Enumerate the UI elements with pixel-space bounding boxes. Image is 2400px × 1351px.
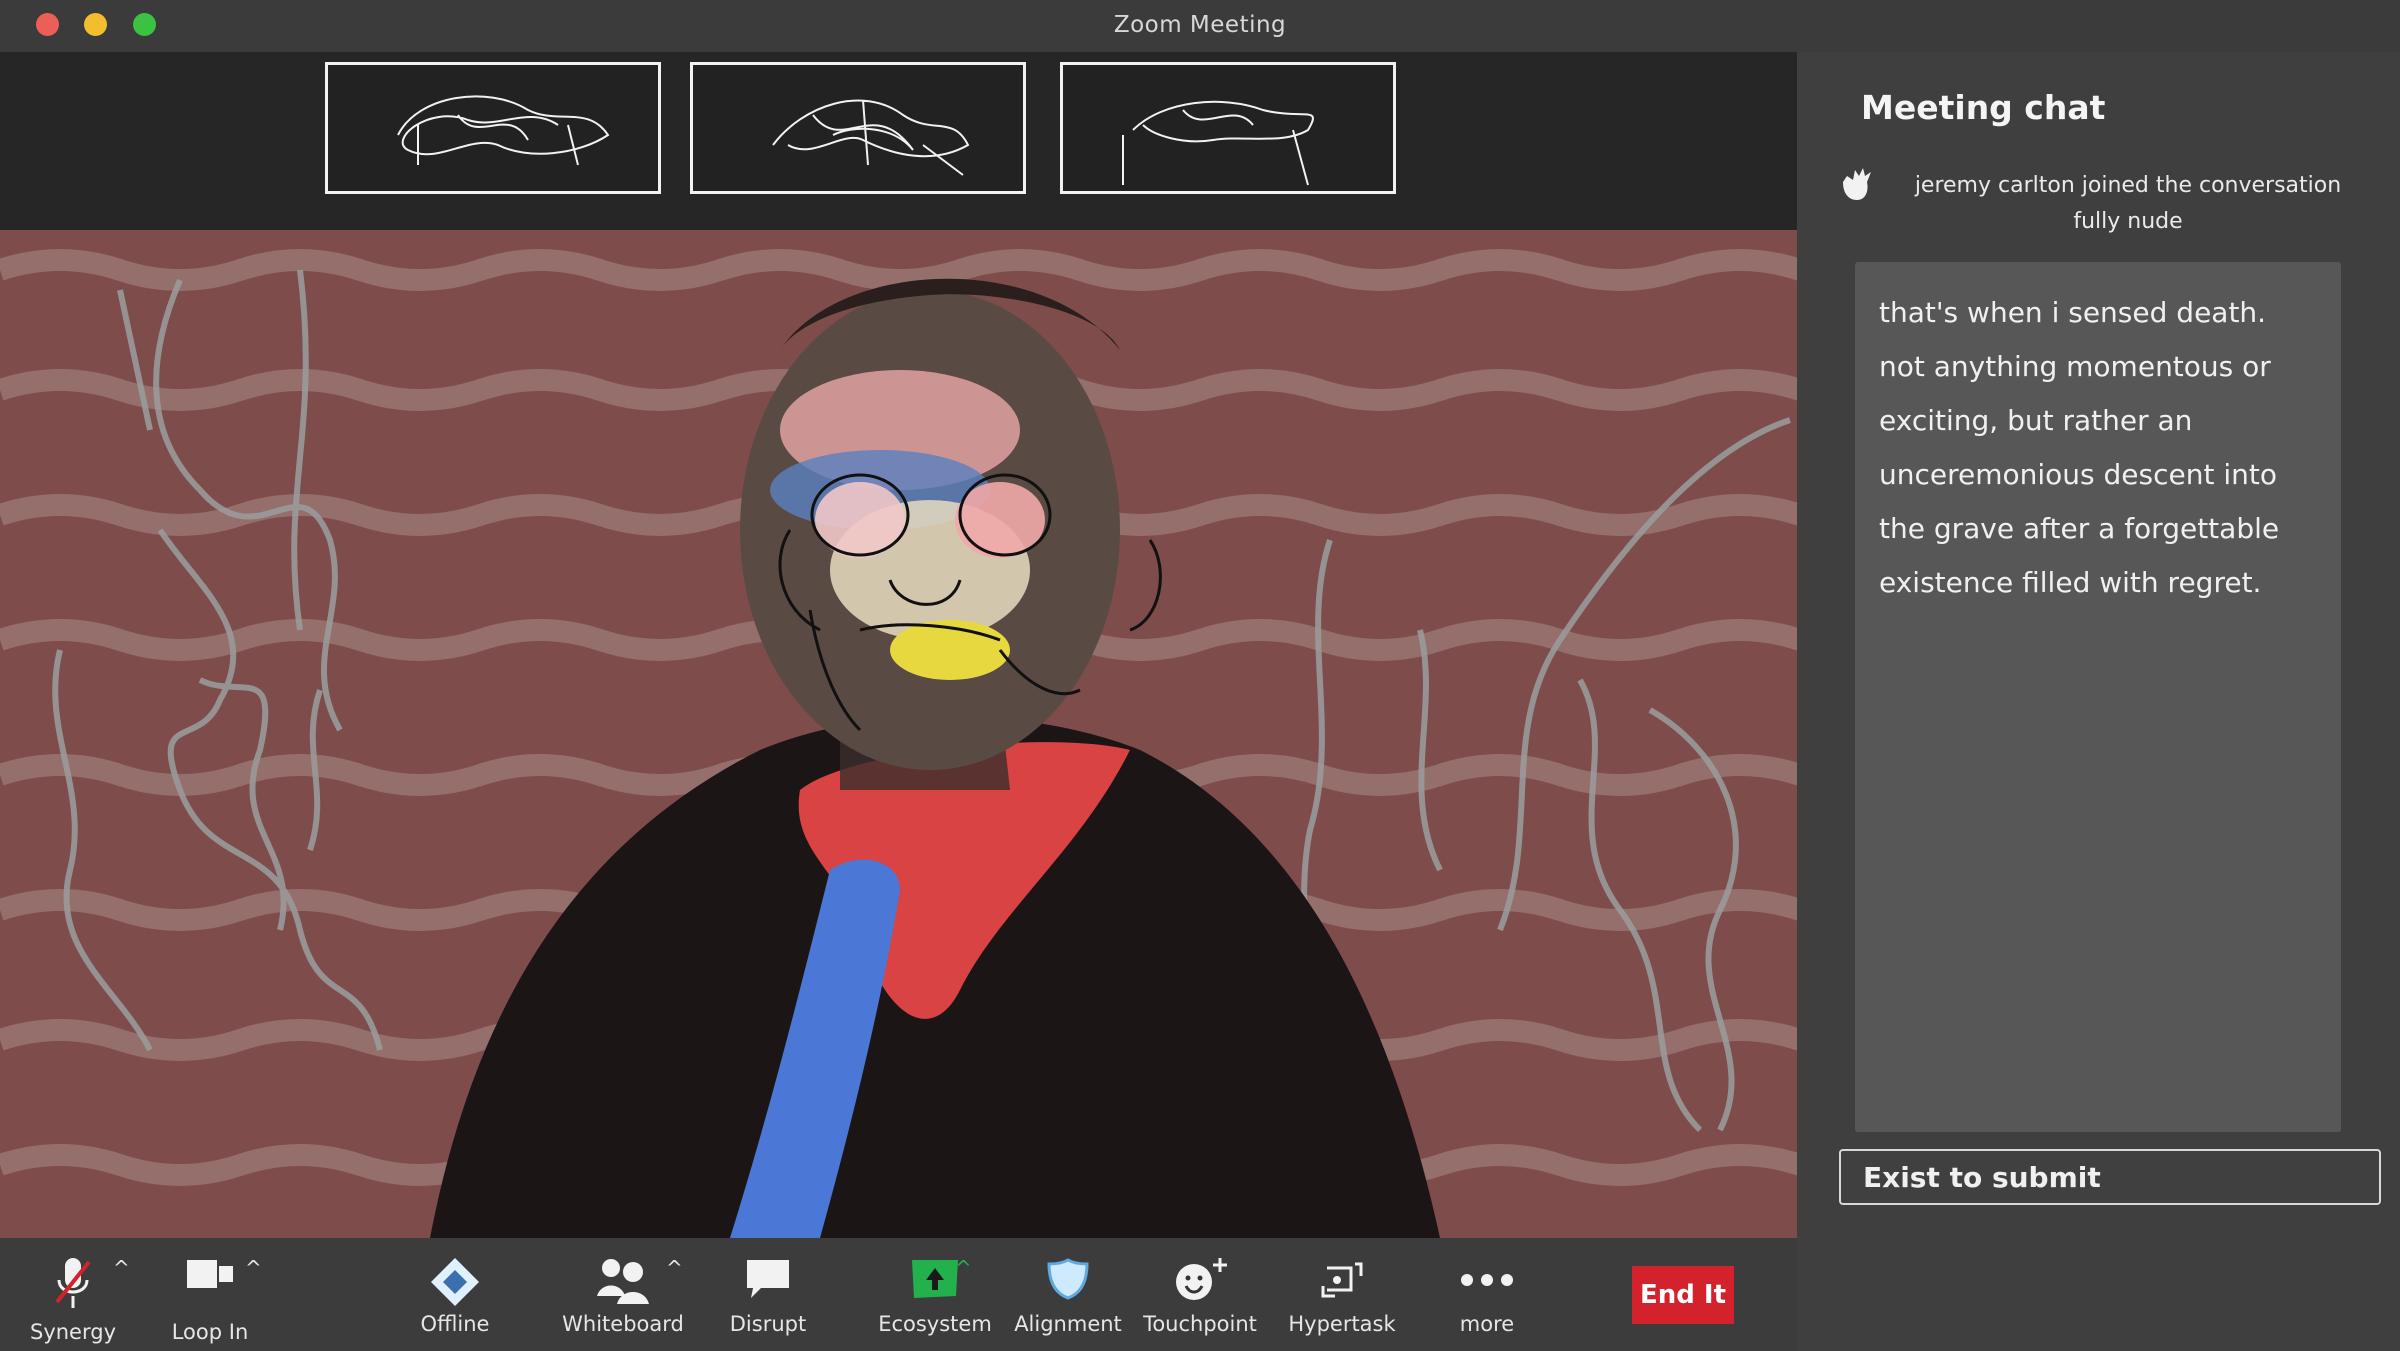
ecosystem-button[interactable]: Ecosystem	[870, 1248, 1000, 1348]
alignment-button[interactable]: Alignment	[1003, 1248, 1133, 1348]
chat-bubble-icon	[747, 1260, 789, 1298]
end-meeting-button[interactable]: End It	[1632, 1266, 1734, 1324]
loop-in-label: Loop In	[171, 1320, 249, 1344]
ellipsis-icon	[1461, 1274, 1513, 1286]
alignment-label: Alignment	[1014, 1312, 1122, 1336]
hypertask-button[interactable]: Hypertask	[1277, 1248, 1407, 1348]
participant-thumbnail[interactable]	[690, 62, 1026, 194]
scribble-portrait-icon	[1122, 100, 1314, 186]
offline-label: Offline	[420, 1312, 490, 1336]
disrupt-button[interactable]: Disrupt	[703, 1248, 833, 1348]
shield-icon	[1047, 1258, 1089, 1300]
more-label: more	[1459, 1312, 1515, 1336]
whiteboard-label: Whiteboard	[562, 1312, 684, 1336]
ecosystem-label: Ecosystem	[878, 1312, 992, 1336]
window-title: Zoom Meeting	[1113, 12, 1287, 38]
participant-thumbnail[interactable]	[1060, 62, 1396, 194]
message-bubble: that's when i sensed death. not anything…	[1855, 262, 2341, 1132]
participant-strip	[0, 52, 1797, 230]
main-video[interactable]	[0, 230, 1797, 1238]
participants-icon	[597, 1259, 649, 1304]
title-bar: Zoom Meeting	[0, 0, 2400, 52]
message-text: that's when i sensed death. not anything…	[1879, 296, 2280, 599]
record-icon	[1321, 1262, 1363, 1298]
hypertask-label: Hypertask	[1288, 1312, 1396, 1336]
video-camera-icon	[187, 1260, 233, 1288]
add-reaction-icon	[1176, 1258, 1227, 1300]
meeting-toolbar: Synergy ^ Loop In ^ Offline Whiteboard ^…	[0, 1238, 1797, 1351]
touchpoint-label: Touchpoint	[1143, 1312, 1257, 1336]
join-notification: jeremy carlton joined the conversation f…	[1914, 173, 2342, 234]
waving-hand-icon	[1843, 168, 1871, 200]
disrupt-label: Disrupt	[729, 1312, 807, 1336]
chat-title: Meeting chat	[1861, 88, 2106, 127]
more-button[interactable]: more	[1422, 1248, 1552, 1348]
offline-button[interactable]: Offline	[390, 1248, 520, 1348]
ecosystem-options-caret[interactable]: ^	[955, 1256, 972, 1280]
share-screen-icon	[912, 1260, 958, 1298]
scribble-portrait-icon	[397, 95, 610, 166]
participant-thumbnail[interactable]	[325, 62, 661, 194]
scribble-portrait-icon	[772, 99, 970, 176]
touchpoint-button[interactable]: Touchpoint	[1135, 1248, 1265, 1348]
diamond-shield-icon	[431, 1258, 479, 1306]
synergy-label: Synergy	[29, 1320, 116, 1344]
loop-in-options-caret[interactable]: ^	[245, 1256, 262, 1280]
whiteboard-options-caret[interactable]: ^	[666, 1256, 683, 1280]
painted-portrait-image	[0, 249, 1797, 1238]
synergy-options-caret[interactable]: ^	[113, 1256, 130, 1280]
chat-panel: Meeting chat jeremy carlton joined the c…	[1797, 52, 2400, 1351]
chat-input[interactable]	[1839, 1149, 2381, 1205]
muted-microphone-icon	[55, 1258, 91, 1308]
